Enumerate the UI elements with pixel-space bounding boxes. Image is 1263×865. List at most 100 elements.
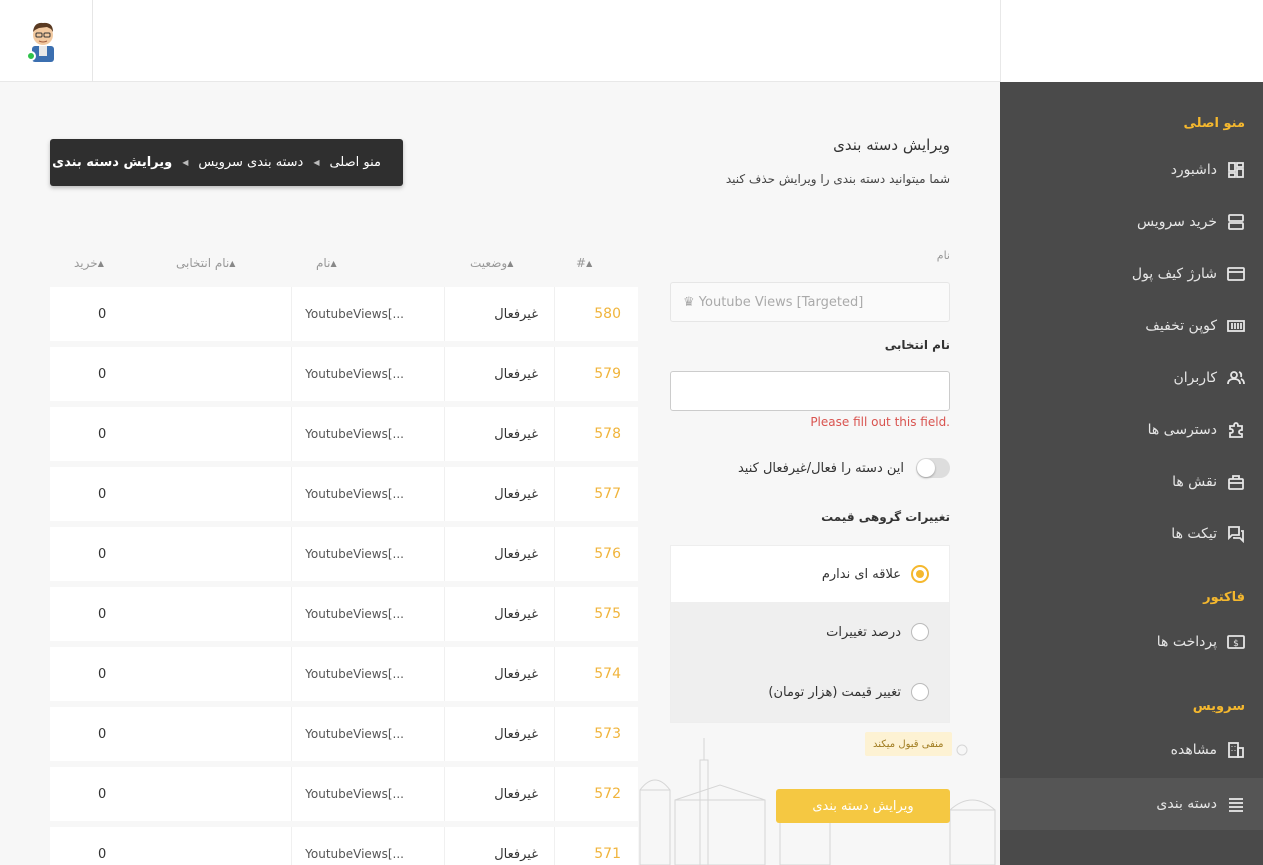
row-choice-name [185, 587, 292, 641]
row-id-link[interactable]: 578 [555, 407, 638, 461]
sidebar-item-coupon[interactable]: کوپن تخفیف [1000, 300, 1263, 352]
sort-icon: ▲ [586, 258, 593, 268]
column-id[interactable]: ▲ # [576, 256, 598, 270]
column-name[interactable]: ▲ نام [316, 256, 343, 270]
row-id-link[interactable]: 571 [555, 827, 638, 865]
row-id-link[interactable]: 580 [555, 287, 638, 341]
coupon-icon [1227, 317, 1245, 335]
table-row: 572 غیرفعال YoutubeViews[... 0 [50, 767, 638, 821]
row-status: غیرفعال [445, 707, 555, 761]
sort-icon: ▲ [229, 258, 236, 268]
row-status: غیرفعال [445, 467, 555, 521]
row-choice-name [185, 767, 292, 821]
submit-button[interactable]: ویرایش دسته بندی [776, 789, 950, 823]
table-row: 575 غیرفعال YoutubeViews[... 0 [50, 587, 638, 641]
column-choice[interactable]: ▲ نام انتخابی [176, 256, 241, 270]
sidebar-item-roles[interactable]: نقش ها [1000, 456, 1263, 508]
sidebar-item-permissions[interactable]: دسترسی ها [1000, 404, 1263, 456]
row-choice-name [185, 467, 292, 521]
users-icon [1227, 369, 1245, 387]
table-row: 577 غیرفعال YoutubeViews[... 0 [50, 467, 638, 521]
sidebar-item-users[interactable]: کاربران [1000, 352, 1263, 404]
sidebar-item-label: خرید سرویس [1136, 214, 1217, 230]
money-icon: $ [1227, 633, 1245, 651]
table-row: 571 غیرفعال YoutubeViews[... 0 [50, 827, 638, 865]
sidebar-item-label: دسته بندی [1156, 796, 1217, 812]
row-name: YoutubeViews[... [292, 347, 445, 401]
sidebar-item-label: کوپن تخفیف [1145, 318, 1217, 334]
column-status[interactable]: ▲ وضعیت [470, 256, 519, 270]
list-icon [1227, 795, 1245, 813]
sidebar-item-label: نقش ها [1172, 474, 1217, 490]
row-buy-count: 0 [98, 366, 107, 382]
breadcrumb-separator-icon: ◀ [182, 158, 189, 167]
table-row: 578 غیرفعال YoutubeViews[... 0 [50, 407, 638, 461]
server-icon [1227, 213, 1245, 231]
sort-icon: ▲ [330, 258, 337, 268]
sidebar-item-category[interactable]: دسته بندی [1000, 778, 1263, 830]
table-row: 574 غیرفعال YoutubeViews[... 0 [50, 647, 638, 701]
name-label: نام [936, 249, 950, 262]
row-choice-name [185, 707, 292, 761]
row-status: غیرفعال [445, 347, 555, 401]
row-id-link[interactable]: 579 [555, 347, 638, 401]
row-name: YoutubeViews[... [292, 707, 445, 761]
row-choice-name [185, 347, 292, 401]
sidebar-item-payments[interactable]: $ پرداخت ها [1000, 616, 1263, 668]
column-buy[interactable]: ▲ خرید [74, 256, 110, 270]
sidebar-item-buy-service[interactable]: خرید سرویس [1000, 196, 1263, 248]
row-name: YoutubeViews[... [292, 827, 445, 865]
row-status: غیرفعال [445, 647, 555, 701]
choice-name-field[interactable] [670, 371, 950, 411]
row-name: YoutubeViews[... [292, 587, 445, 641]
row-choice-name [185, 527, 292, 581]
active-toggle[interactable] [916, 458, 950, 478]
row-status: غیرفعال [445, 407, 555, 461]
page-subtitle: شما میتوانید دسته بندی را ویرایش حذف کنی… [725, 172, 950, 186]
row-buy-count: 0 [98, 606, 107, 622]
radio-option-price[interactable]: تغییر قیمت (هزار تومان) [671, 664, 949, 720]
row-buy-count: 0 [98, 846, 107, 862]
radio-option-label: تغییر قیمت (هزار تومان) [768, 684, 901, 700]
wallet-icon [1227, 265, 1245, 283]
radio-option-none[interactable]: علاقه ای ندارم [671, 546, 949, 602]
row-status: غیرفعال [445, 587, 555, 641]
breadcrumb-home[interactable]: منو اصلی [329, 155, 381, 170]
sidebar-section-main: منو اصلی [1183, 116, 1245, 131]
sort-icon: ▲ [97, 258, 104, 268]
row-status: غیرفعال [445, 827, 555, 865]
sidebar-item-view[interactable]: مشاهده [1000, 724, 1263, 776]
page-title: ویرایش دسته بندی [833, 136, 950, 154]
row-id-link[interactable]: 573 [555, 707, 638, 761]
row-id-link[interactable]: 574 [555, 647, 638, 701]
radio-selected-icon [911, 565, 929, 583]
row-status: غیرفعال [445, 287, 555, 341]
radio-option-percent[interactable]: درصد تغییرات [671, 604, 949, 660]
breadcrumb-category[interactable]: دسته بندی سرویس [198, 155, 303, 170]
column-label: نام انتخابی [176, 256, 230, 270]
row-buy-count: 0 [98, 546, 107, 562]
column-label: وضعیت [470, 256, 508, 270]
row-choice-name [185, 287, 292, 341]
name-field[interactable]: ♛ Youtube Views [Targeted] [670, 282, 950, 322]
row-id-link[interactable]: 576 [555, 527, 638, 581]
row-id-link[interactable]: 577 [555, 467, 638, 521]
row-id-link[interactable]: 572 [555, 767, 638, 821]
radio-empty-icon [911, 623, 929, 641]
sidebar-item-wallet[interactable]: شارژ کیف پول [1000, 248, 1263, 300]
radio-option-label: درصد تغییرات [826, 624, 901, 640]
sidebar-item-label: تیکت ها [1171, 526, 1217, 542]
row-buy-count: 0 [98, 666, 107, 682]
price-change-label: تغییرات گروهی قیمت [821, 510, 950, 524]
svg-text:$: $ [1233, 639, 1239, 649]
sidebar-item-dashboard[interactable]: داشبورد [1000, 144, 1263, 196]
row-choice-name [185, 647, 292, 701]
row-buy-count: 0 [98, 306, 107, 322]
row-name: YoutubeViews[... [292, 407, 445, 461]
row-name: YoutubeViews[... [292, 467, 445, 521]
row-buy-count: 0 [98, 426, 107, 442]
sidebar-item-tickets[interactable]: تیکت ها [1000, 508, 1263, 560]
column-label: خرید [74, 256, 98, 270]
table-header: ▲ # ▲ وضعیت ▲ نام ▲ نام انتخابی ▲ خرید [50, 250, 638, 280]
row-id-link[interactable]: 575 [555, 587, 638, 641]
